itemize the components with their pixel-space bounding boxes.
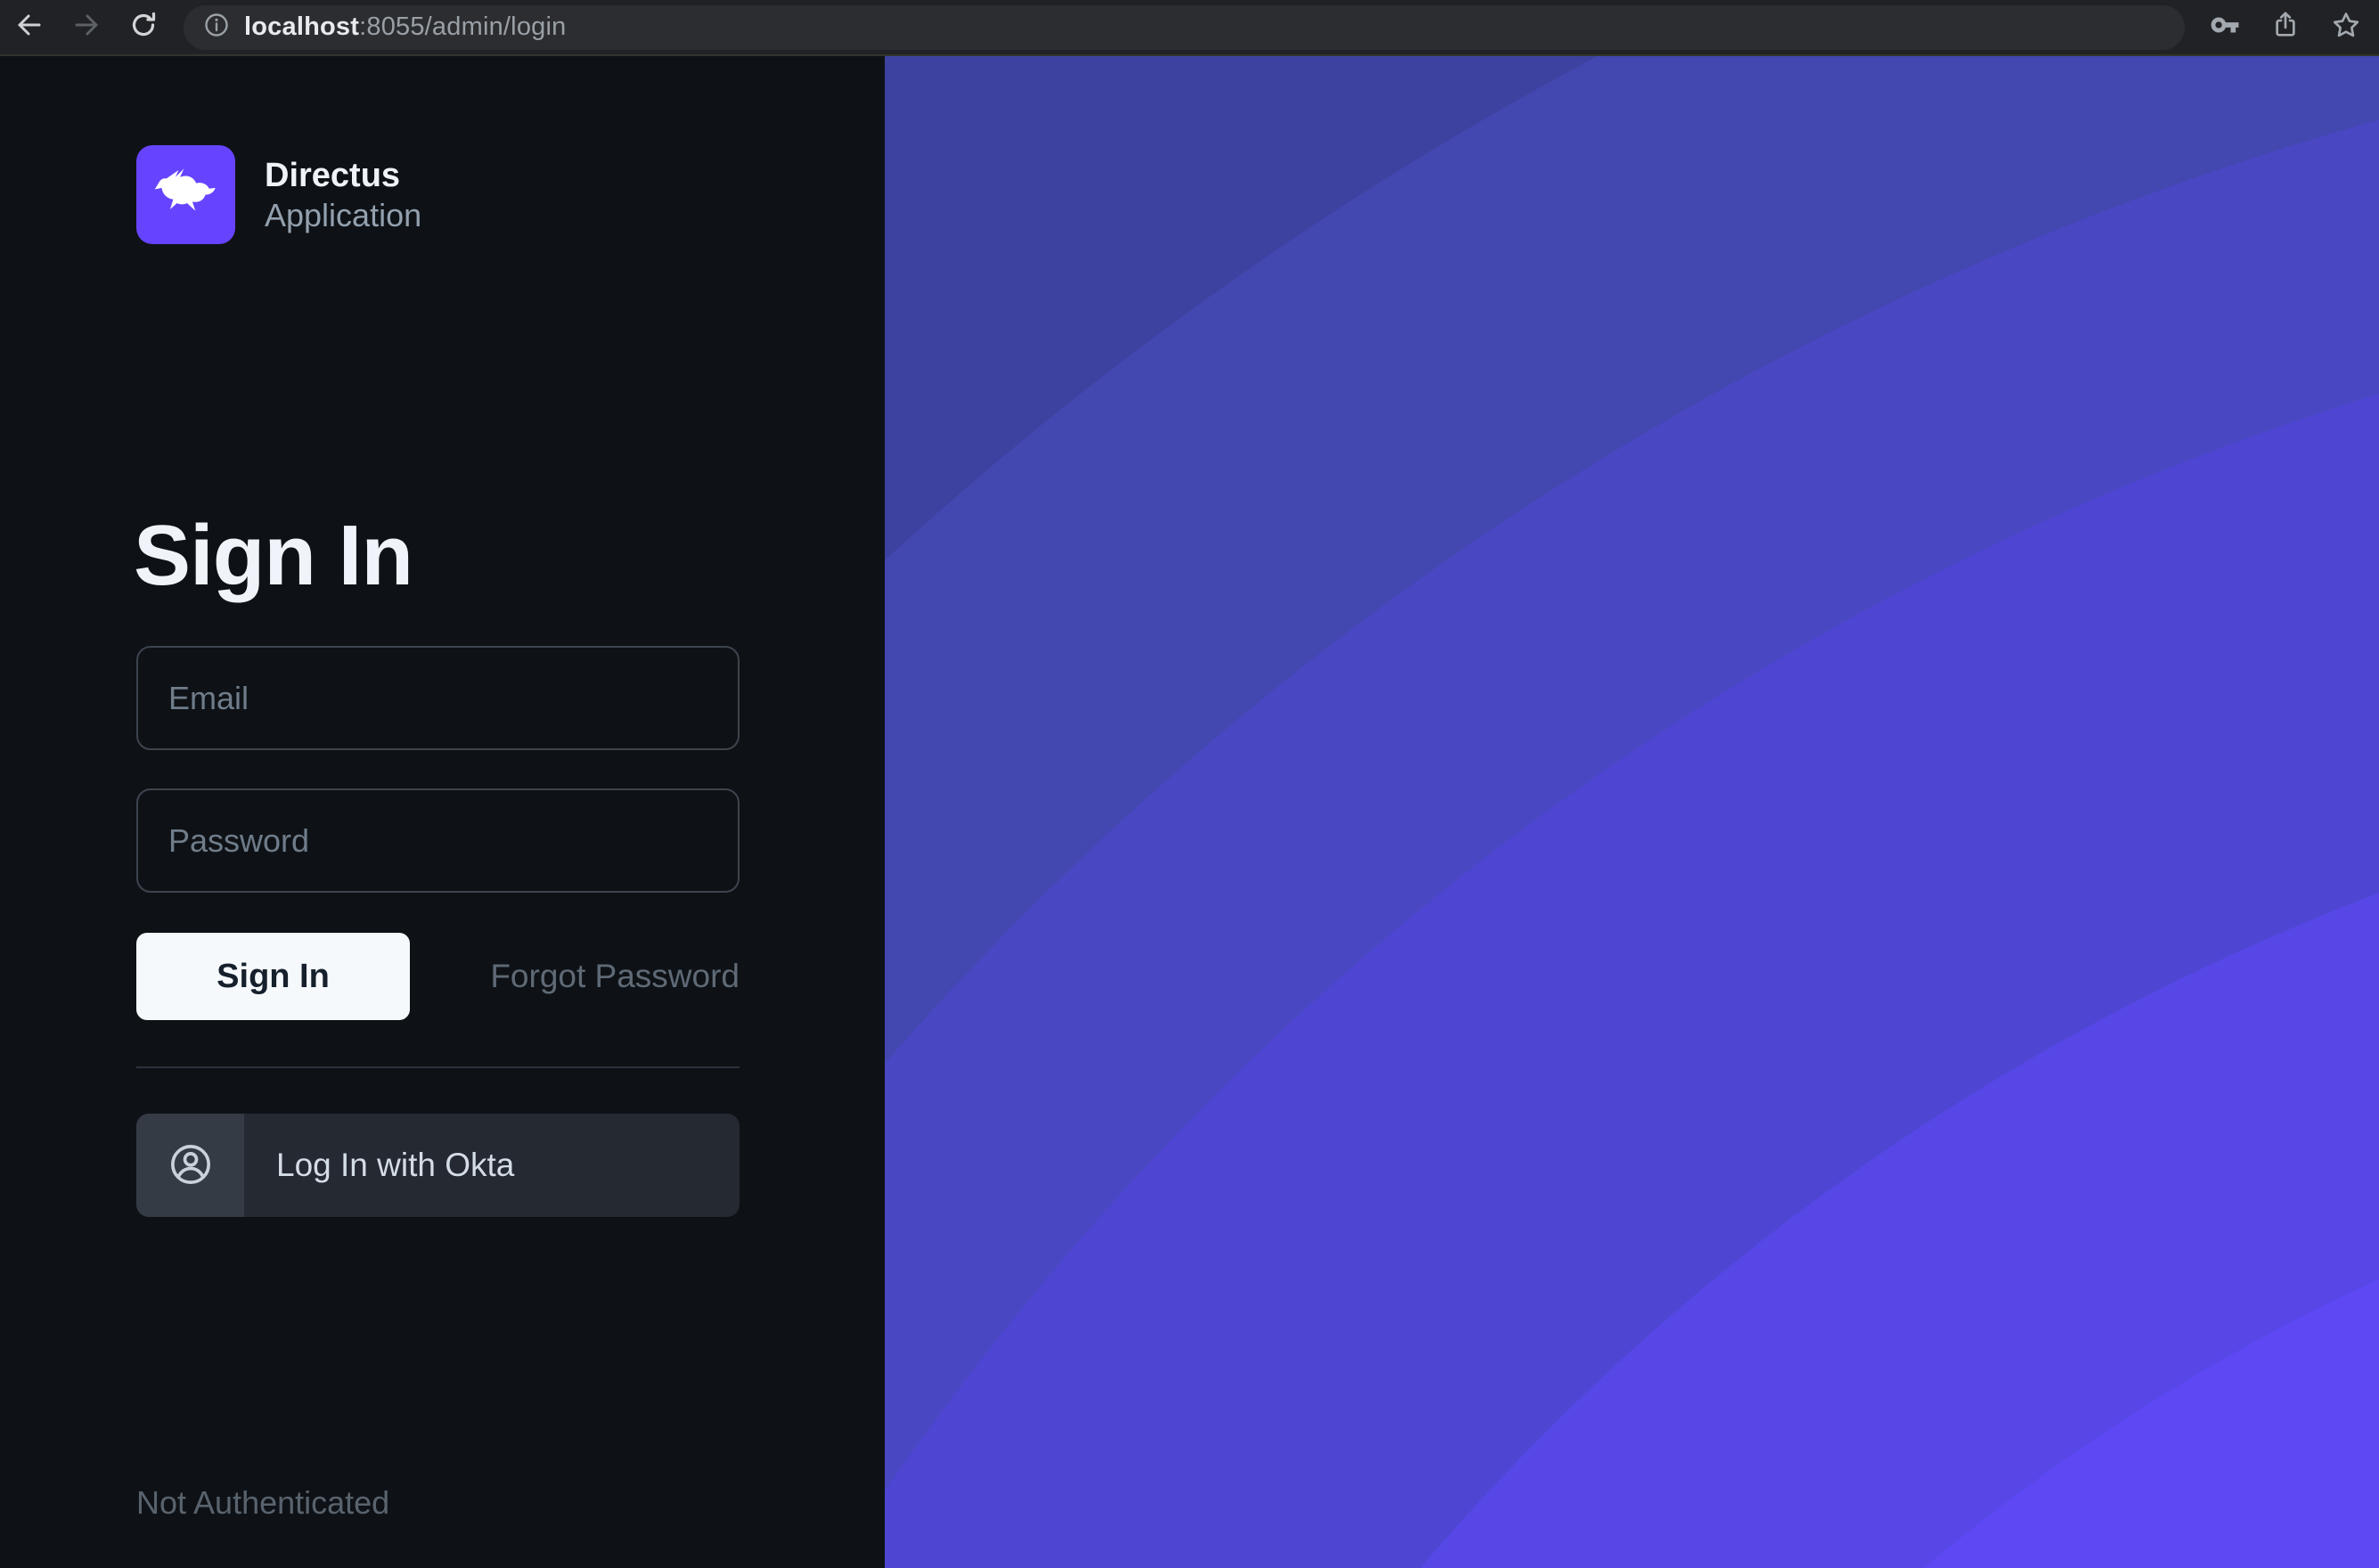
page-content: Directus Application Sign In Sign In For… <box>0 56 2379 1568</box>
password-manager-button[interactable] <box>2208 11 2242 45</box>
status-text: Not Authenticated <box>136 1484 389 1522</box>
email-field <box>136 646 740 750</box>
brand-text: Directus Application <box>265 159 421 232</box>
background-art <box>885 56 2379 1568</box>
brand-header: Directus Application <box>136 145 421 244</box>
login-panel: Directus Application Sign In Sign In For… <box>0 56 885 1568</box>
divider <box>136 1066 740 1068</box>
url-path: :8055/admin/login <box>359 12 566 41</box>
star-icon <box>2331 10 2361 45</box>
reload-button[interactable] <box>127 11 160 45</box>
url-host: localhost <box>244 12 359 41</box>
browser-toolbar: localhost:8055/admin/login <box>0 0 2379 56</box>
email-input[interactable] <box>138 648 738 748</box>
sign-in-button[interactable]: Sign In <box>136 933 410 1020</box>
okta-login-button[interactable]: Log In with Okta <box>136 1114 740 1217</box>
brand-subtitle: Application <box>265 200 421 232</box>
bookmark-button[interactable] <box>2329 11 2363 45</box>
form-actions: Sign In Forgot Password <box>136 933 740 1020</box>
share-icon <box>2270 10 2301 45</box>
directus-rabbit-icon <box>148 154 225 235</box>
brand-name: Directus <box>265 159 421 192</box>
browser-action-buttons <box>2208 11 2379 45</box>
share-button[interactable] <box>2269 11 2302 45</box>
url-bar[interactable]: localhost:8055/admin/login <box>184 5 2185 50</box>
page-title: Sign In <box>134 509 413 603</box>
browser-nav-buttons <box>0 11 160 45</box>
forward-arrow-icon <box>71 10 102 45</box>
browser-window: localhost:8055/admin/login <box>0 0 2379 1568</box>
password-input[interactable] <box>138 790 738 891</box>
forgot-password-link[interactable]: Forgot Password <box>490 958 740 995</box>
key-icon <box>2210 10 2240 45</box>
sso-icon-box <box>136 1114 244 1217</box>
back-button[interactable] <box>12 11 46 45</box>
directus-logo <box>136 145 235 244</box>
back-arrow-icon <box>14 10 45 45</box>
password-field <box>136 788 740 893</box>
info-circle-icon[interactable] <box>203 12 230 43</box>
url-text: localhost:8055/admin/login <box>244 12 566 42</box>
sso-label: Log In with Okta <box>276 1147 514 1184</box>
forward-button[interactable] <box>69 11 103 45</box>
account-circle-icon <box>168 1141 214 1190</box>
reload-icon <box>128 10 159 45</box>
